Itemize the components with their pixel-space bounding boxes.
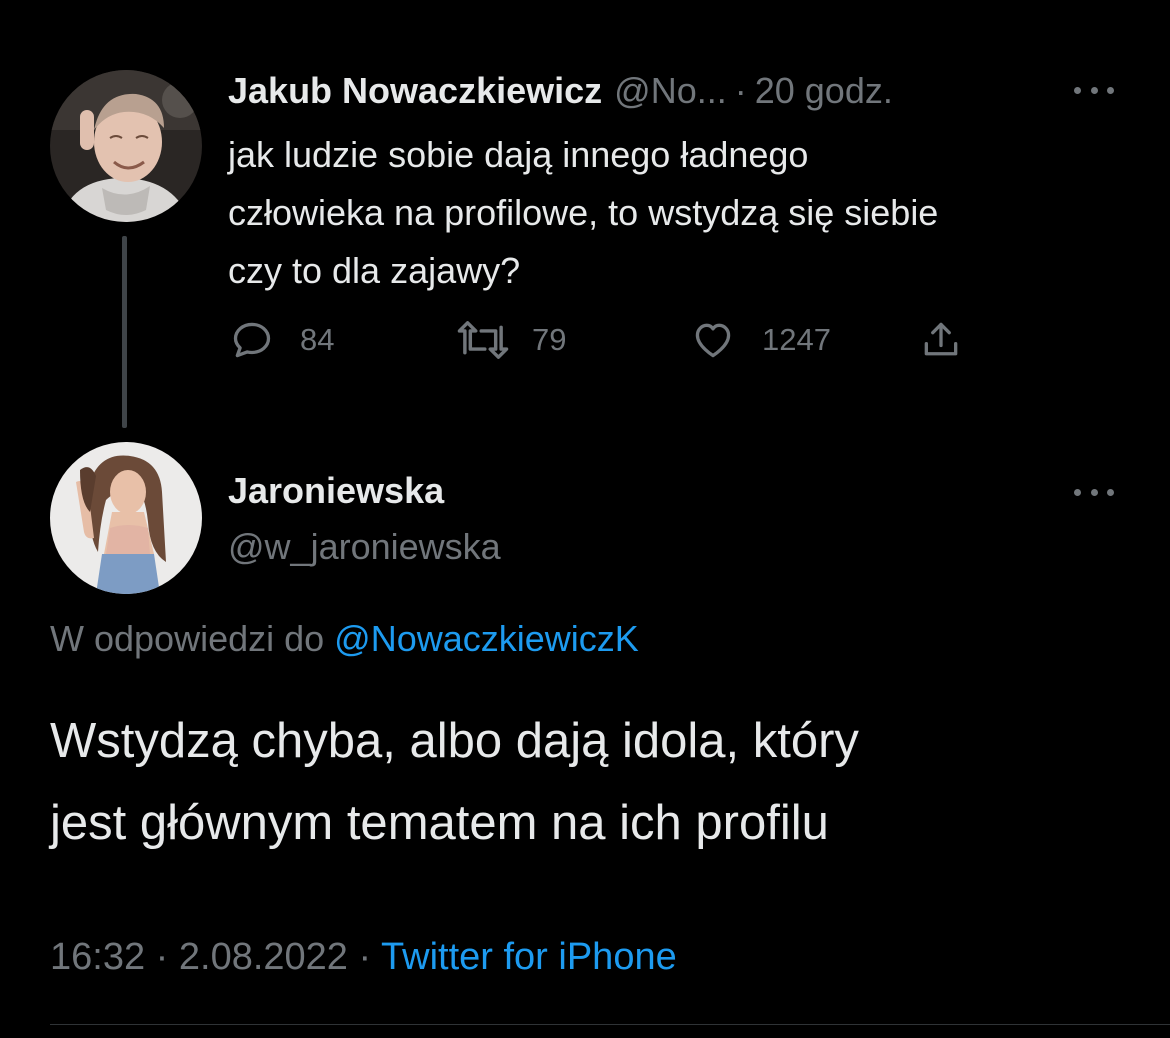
reply-to-mention-link[interactable]: @NowaczkiewiczK: [334, 618, 639, 659]
like-count: 1247: [762, 322, 831, 357]
meta-separator: ·: [358, 936, 372, 978]
parent-tweet-line: człowieka na profilowe, to wstydzą się s…: [228, 192, 939, 233]
tweet-date[interactable]: 2.08.2022: [179, 936, 348, 978]
tweet-meta: 16:32 · 2.08.2022 · Twitter for iPhone: [50, 936, 677, 979]
main-tweet-text: Wstydzą chyba, albo dają idola, który je…: [50, 700, 859, 864]
retweet-icon: [457, 321, 509, 359]
main-author-handle[interactable]: @w_jaroniewska: [228, 526, 501, 568]
tweet-time[interactable]: 16:32: [50, 936, 145, 978]
profile-photo-woman-icon: [50, 442, 202, 594]
ellipsis-icon: [1074, 86, 1081, 94]
share-icon: [924, 322, 958, 356]
ellipsis-icon: [1090, 86, 1098, 94]
reply-icon: [233, 322, 271, 358]
main-tweet-line: Wstydzą chyba, albo dają idola, który: [50, 714, 859, 768]
ellipsis-icon: [1074, 488, 1081, 496]
reply-count: 84: [300, 322, 335, 357]
share-action-button[interactable]: [918, 318, 964, 362]
parent-tweet-header: Jakub Nowaczkiewicz @No... · 20 godz.: [228, 66, 893, 116]
parent-tweet-line: jak ludzie sobie dają innego ładnego: [228, 134, 809, 175]
main-tweet-avatar[interactable]: [50, 442, 202, 594]
parent-more-button[interactable]: [1074, 80, 1114, 100]
header-separator: ·: [734, 70, 747, 111]
thread-connector-line: [122, 236, 127, 428]
main-more-button[interactable]: [1074, 482, 1114, 502]
reply-to-line: W odpowiedzi do @NowaczkiewiczK: [50, 618, 639, 660]
ellipsis-icon: [1107, 86, 1114, 94]
parent-tweet-line: czy to dla zajawy?: [228, 250, 521, 291]
ellipsis-icon: [1090, 488, 1098, 496]
main-author-name[interactable]: Jaroniewska: [228, 470, 444, 512]
ellipsis-icon: [1107, 488, 1114, 496]
heart-icon: [695, 323, 731, 358]
retweet-action-button[interactable]: 79: [454, 318, 566, 362]
reply-to-prefix: W odpowiedzi do: [50, 618, 325, 659]
parent-tweet-text: jak ludzie sobie dają innego ładnego czł…: [228, 126, 1128, 300]
like-action-button[interactable]: 1247: [690, 318, 831, 362]
retweet-count: 79: [532, 322, 567, 357]
main-tweet-line: jest głównym tematem na ich profilu: [50, 796, 829, 850]
parent-author-name[interactable]: Jakub Nowaczkiewicz: [228, 70, 602, 112]
divider: [50, 1024, 1170, 1025]
parent-tweet-avatar[interactable]: [50, 70, 202, 222]
meta-separator: ·: [155, 936, 169, 978]
profile-photo-man-icon: [50, 70, 202, 222]
tweet-source-link[interactable]: Twitter for iPhone: [381, 936, 677, 978]
parent-author-handle[interactable]: @No...: [614, 70, 727, 112]
reply-action-button[interactable]: 84: [230, 318, 334, 362]
parent-tweet-time[interactable]: 20 godz.: [755, 70, 893, 112]
